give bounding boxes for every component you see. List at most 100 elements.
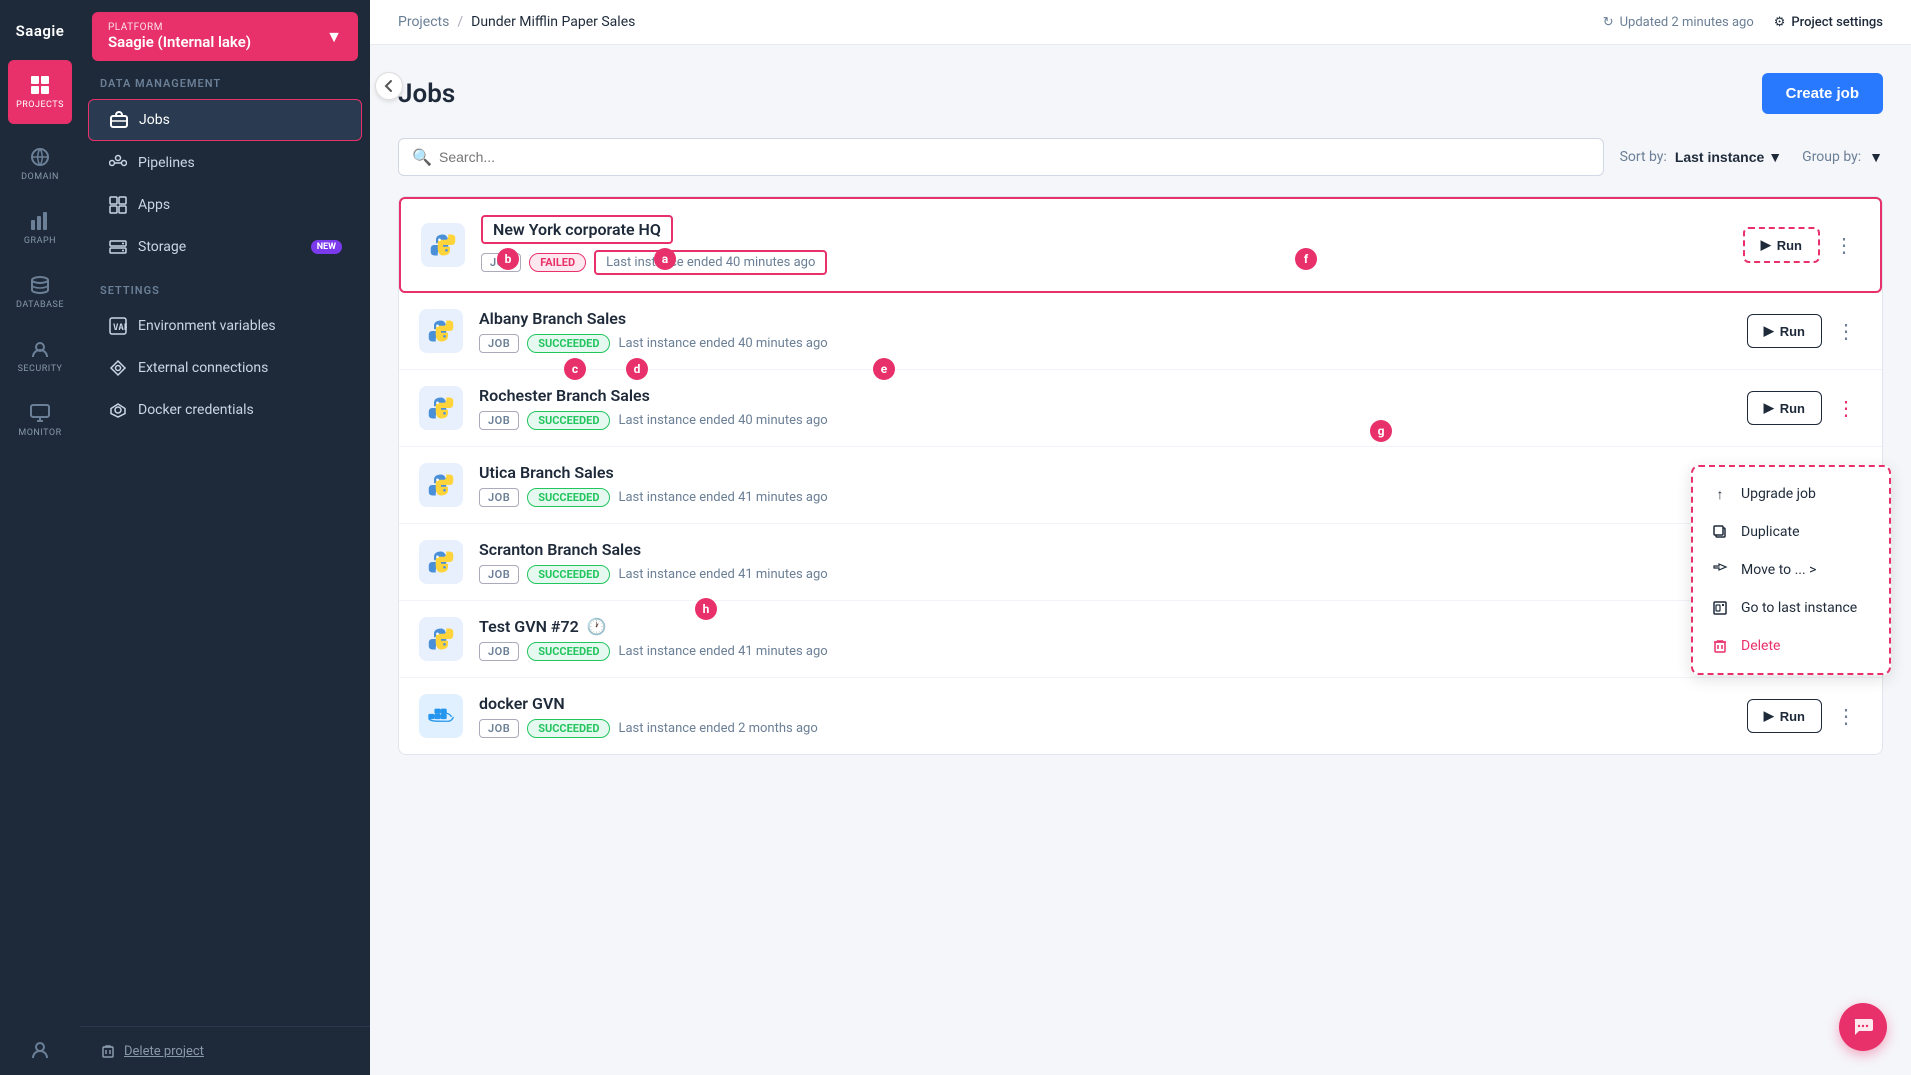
context-menu-duplicate[interactable]: Duplicate xyxy=(1693,513,1889,551)
status-badge-succeeded: SUCCEEDED xyxy=(527,334,610,353)
run-button[interactable]: ▶ Run xyxy=(1747,314,1822,348)
sidebar-item-jobs[interactable]: Jobs xyxy=(88,99,362,141)
job-type-tag: JOB xyxy=(479,642,519,661)
annotation-h: h xyxy=(695,598,717,620)
status-badge-succeeded: SUCCEEDED xyxy=(527,719,610,738)
platform-selector[interactable]: PLATFORM Saagie (Internal lake) ▼ xyxy=(92,12,358,61)
sidebar-icon-profile[interactable] xyxy=(0,1025,80,1075)
ext-conn-icon xyxy=(108,358,128,378)
sidebar-item-env-vars[interactable]: VAR Environment variables xyxy=(88,306,362,346)
more-options-button[interactable]: ⋮ xyxy=(1830,700,1862,733)
graph-icon-label: GRAPH xyxy=(24,236,56,246)
updated-label: Updated 2 minutes ago xyxy=(1620,15,1754,30)
sidebar-icon-domain[interactable]: DOMAIN xyxy=(0,132,80,196)
run-label: Run xyxy=(1780,324,1805,339)
last-instance-text: Last instance ended 41 minutes ago xyxy=(618,490,827,505)
move-icon xyxy=(1711,561,1729,579)
annotation-g: g xyxy=(1370,420,1392,442)
run-label: Run xyxy=(1780,709,1805,724)
collapse-sidebar-button[interactable] xyxy=(375,72,403,100)
status-badge-succeeded: SUCCEEDED xyxy=(527,565,610,584)
job-name: Albany Branch Sales xyxy=(479,309,1731,328)
group-by-label: Group by: xyxy=(1802,149,1861,165)
job-info: Rochester Branch Sales JOB SUCCEEDED Las… xyxy=(479,386,1731,430)
platform-info: PLATFORM Saagie (Internal lake) xyxy=(108,22,251,51)
status-badge-failed: FAILED xyxy=(529,253,586,272)
sidebar-item-apps[interactable]: Apps xyxy=(88,185,362,225)
annotation-f: f xyxy=(1295,248,1317,270)
chat-bubble-button[interactable] xyxy=(1839,1003,1887,1051)
job-icon-docker xyxy=(419,694,463,738)
main-sidebar: PLATFORM Saagie (Internal lake) ▼ DATA M… xyxy=(80,0,370,1075)
status-badge-succeeded: SUCCEEDED xyxy=(527,411,610,430)
table-row: New York corporate HQ JOB FAILED Last in… xyxy=(399,197,1882,293)
security-icon xyxy=(29,338,51,360)
job-meta: JOB SUCCEEDED Last instance ended 40 min… xyxy=(479,411,1731,430)
page-title: Jobs xyxy=(398,79,455,109)
clock-icon: 🕐 xyxy=(587,617,607,636)
sidebar-icon-projects[interactable]: PROJECTS xyxy=(8,60,72,124)
domain-icon xyxy=(29,146,51,168)
more-options-button[interactable]: ⋮ xyxy=(1828,229,1860,262)
group-by-button[interactable]: ▼ xyxy=(1869,149,1883,165)
job-type-tag: JOB xyxy=(479,565,519,584)
breadcrumb-current: Dunder Mifflin Paper Sales xyxy=(471,14,635,30)
sidebar-item-pipelines[interactable]: Pipelines xyxy=(88,143,362,183)
context-menu-delete[interactable]: Delete xyxy=(1693,627,1889,665)
breadcrumb-projects-link[interactable]: Projects xyxy=(398,14,449,30)
annotation-b: b xyxy=(497,248,519,270)
delete-icon xyxy=(1711,637,1729,655)
group-arrow-icon: ▼ xyxy=(1869,149,1883,165)
job-type-tag: JOB xyxy=(479,411,519,430)
run-button[interactable]: ▶ Run xyxy=(1743,227,1820,263)
run-button[interactable]: ▶ Run xyxy=(1747,699,1822,733)
last-instance-text: Last instance ended 41 minutes ago xyxy=(618,644,827,659)
last-instance-text: Last instance ended 40 minutes ago xyxy=(618,413,827,428)
job-icon-python xyxy=(421,223,465,267)
sidebar-item-docker-creds[interactable]: Docker credentials xyxy=(88,390,362,430)
more-options-button[interactable]: ⋮ xyxy=(1830,315,1862,348)
job-name: Test GVN #72 🕐 xyxy=(479,617,1731,636)
sidebar-icon-security[interactable]: SECURITY xyxy=(0,324,80,388)
search-input[interactable] xyxy=(398,138,1604,176)
more-options-button[interactable]: ⋮ xyxy=(1830,392,1862,425)
sidebar-bottom: Delete project xyxy=(80,1026,370,1075)
breadcrumb-separator: / xyxy=(457,14,463,30)
icon-sidebar: Saagie PROJECTS DOMAIN xyxy=(0,0,80,1075)
context-menu-move[interactable]: Move to ... > xyxy=(1693,551,1889,589)
project-settings-button[interactable]: ⚙ Project settings xyxy=(1774,15,1883,30)
domain-icon-label: DOMAIN xyxy=(21,172,59,182)
status-badge-succeeded: SUCCEEDED xyxy=(527,488,610,507)
run-label: Run xyxy=(1777,238,1802,253)
duplicate-icon xyxy=(1711,523,1729,541)
sidebar-pipelines-label: Pipelines xyxy=(138,155,195,171)
platform-arrow-icon: ▼ xyxy=(326,27,342,47)
play-icon: ▶ xyxy=(1761,237,1771,253)
job-icon-python xyxy=(419,617,463,661)
duplicate-label: Duplicate xyxy=(1741,524,1800,540)
sidebar-item-storage[interactable]: Storage NEW xyxy=(88,227,362,267)
job-actions: ▶ Run ⋮ xyxy=(1743,227,1860,263)
run-button[interactable]: ▶ Run xyxy=(1747,391,1822,425)
sidebar-icon-monitor[interactable]: MONITOR xyxy=(0,388,80,452)
job-info: Test GVN #72 🕐 JOB SUCCEEDED Last instan… xyxy=(479,617,1731,661)
annotation-a: a xyxy=(654,248,676,270)
move-label: Move to ... > xyxy=(1741,562,1816,578)
sidebar-icon-graph[interactable]: GRAPH xyxy=(0,196,80,260)
sidebar-item-ext-conn[interactable]: External connections xyxy=(88,348,362,388)
env-vars-icon: VAR xyxy=(108,316,128,336)
context-menu-last-instance[interactable]: Go to last instance xyxy=(1693,589,1889,627)
sidebar-icon-database[interactable]: DATABASE xyxy=(0,260,80,324)
delete-project-button[interactable]: Delete project xyxy=(100,1043,350,1059)
create-job-button[interactable]: Create job xyxy=(1762,73,1883,114)
job-meta: JOB SUCCEEDED Last instance ended 40 min… xyxy=(479,334,1731,353)
top-bar: Projects / Dunder Mifflin Paper Sales ↻ … xyxy=(370,0,1911,45)
content-area: Projects / Dunder Mifflin Paper Sales ↻ … xyxy=(370,0,1911,1075)
sidebar-jobs-label: Jobs xyxy=(139,112,170,128)
graph-icon xyxy=(29,210,51,232)
docker-creds-icon xyxy=(108,400,128,420)
sort-by-button[interactable]: Last instance ▼ xyxy=(1675,149,1782,165)
monitor-icon xyxy=(29,402,51,424)
context-menu-upgrade[interactable]: ↑ Upgrade job xyxy=(1693,475,1889,513)
job-info: Albany Branch Sales JOB SUCCEEDED Last i… xyxy=(479,309,1731,353)
